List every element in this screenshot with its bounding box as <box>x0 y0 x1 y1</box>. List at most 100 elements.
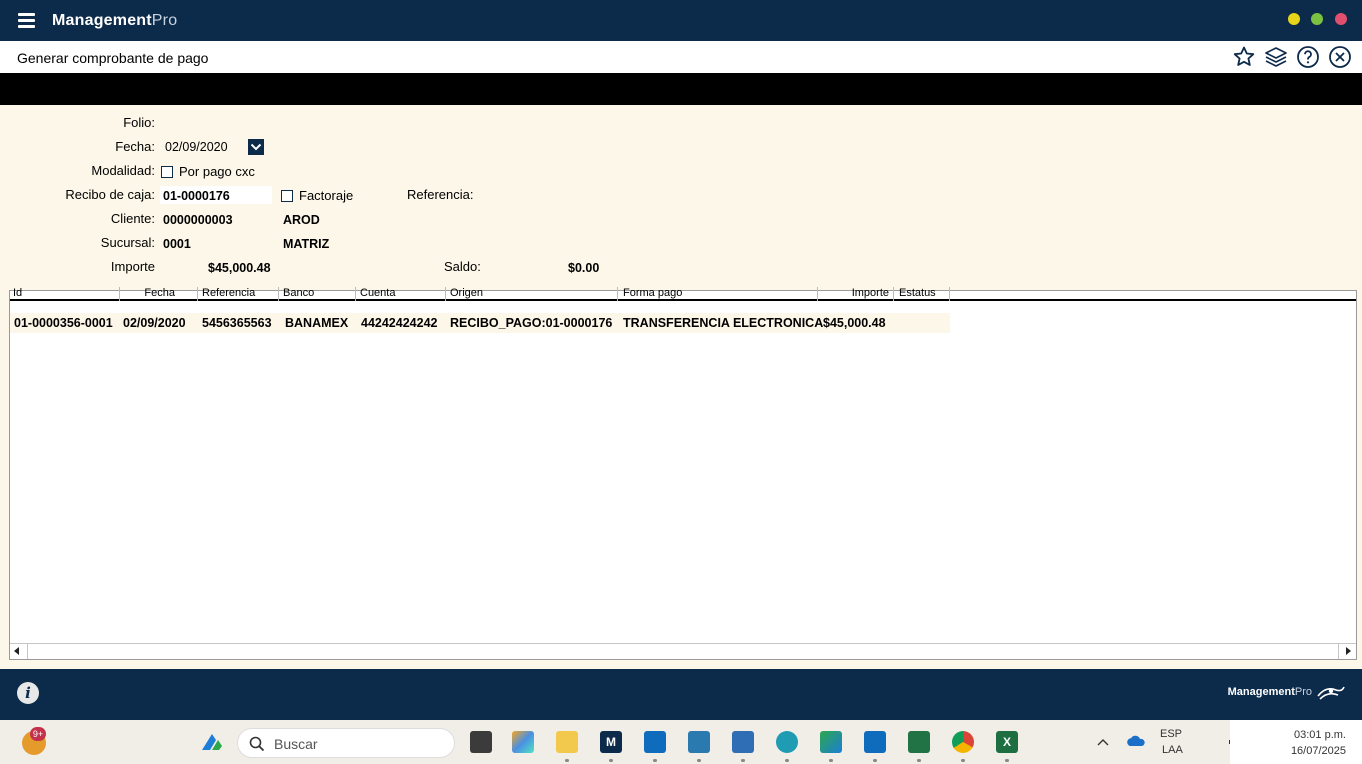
minimize-button[interactable] <box>1288 13 1300 25</box>
fecha-label: Fecha: <box>115 139 155 154</box>
search-placeholder: Buscar <box>274 736 318 752</box>
cliente-name: AROD <box>283 213 320 227</box>
keyboard-layout[interactable]: LAA <box>1162 744 1183 756</box>
payments-grid: Id Fecha Referencia Banco Cuenta Origen … <box>9 287 1357 660</box>
running-indicator <box>785 759 789 762</box>
onedrive-icon[interactable] <box>1126 734 1146 748</box>
help-icon[interactable] <box>1296 45 1320 69</box>
col-header-estatus[interactable]: Estatus <box>894 287 950 301</box>
clock-area[interactable] <box>1230 720 1362 764</box>
running-indicator <box>609 759 613 762</box>
running-indicator <box>565 759 569 762</box>
cell-id: 01-0000356-0001 <box>14 316 113 330</box>
referencia-label: Referencia: <box>407 187 474 202</box>
notification-badge: 9+ <box>30 727 46 741</box>
info-icon[interactable]: i <box>17 682 39 704</box>
management-pro-taskbar-icon[interactable]: M <box>600 731 622 753</box>
search-icon <box>249 736 265 752</box>
col-header-banco[interactable]: Banco <box>279 287 356 301</box>
app-title: ManagementPro <box>52 12 177 30</box>
col-header-cuenta[interactable]: Cuenta <box>356 287 446 301</box>
saldo-label: Saldo: <box>444 259 481 274</box>
mail-icon[interactable] <box>864 731 886 753</box>
sucursal-label: Sucursal: <box>100 235 155 250</box>
importe-value: $45,000.48 <box>208 261 271 275</box>
app-icon[interactable] <box>732 731 754 753</box>
lang-indicator[interactable]: ESP <box>1160 728 1182 740</box>
importe-label: Importe <box>110 259 155 274</box>
running-indicator <box>873 759 877 762</box>
recibo-label: Recibo de caja: <box>65 187 155 202</box>
app-footer: i ManagementPro <box>0 669 1362 720</box>
excel-icon[interactable]: X <box>996 731 1018 753</box>
grid-header: Id Fecha Referencia Banco Cuenta Origen … <box>10 287 1356 301</box>
scroll-divider <box>1338 644 1339 659</box>
sheets-icon[interactable] <box>908 731 930 753</box>
app-name: Management <box>52 12 152 29</box>
footer-brand-suffix: Pro <box>1294 686 1312 698</box>
m365-icon[interactable] <box>820 731 842 753</box>
edge-icon[interactable] <box>776 731 798 753</box>
fecha-field[interactable]: 02/09/2020 <box>165 140 228 154</box>
cell-fecha: 02/09/2020 <box>123 316 186 330</box>
chrome-icon[interactable] <box>952 731 974 753</box>
running-indicator <box>917 759 921 762</box>
col-header-referencia[interactable]: Referencia <box>198 287 279 301</box>
chevron-up-icon[interactable] <box>1097 737 1109 747</box>
cliente-code: 0000000003 <box>163 213 233 227</box>
col-header-fecha[interactable]: Fecha <box>120 287 198 301</box>
running-indicator <box>697 759 701 762</box>
scroll-right-icon[interactable] <box>1346 647 1351 655</box>
recibo-value: 01-0000176 <box>163 189 230 203</box>
title-bar: ManagementPro <box>0 0 1362 41</box>
cliente-label: Cliente: <box>110 211 155 226</box>
file-explorer-icon[interactable] <box>556 731 578 753</box>
menu-icon[interactable] <box>18 13 35 28</box>
taskbar-search[interactable]: Buscar <box>237 728 455 758</box>
close-window-button[interactable] <box>1335 13 1347 25</box>
footer-brand-name: Management <box>1227 686 1295 698</box>
cell-referencia: 5456365563 <box>202 316 272 330</box>
running-indicator <box>829 759 833 762</box>
cell-banco: BANAMEX <box>285 316 349 330</box>
clock-time: 03:01 p.m. <box>1294 729 1346 741</box>
scroll-left-icon[interactable] <box>14 647 19 655</box>
folio-label: Folio: <box>123 115 155 130</box>
col-header-importe[interactable]: Importe <box>818 287 894 301</box>
col-header-origen[interactable]: Origen <box>446 287 618 301</box>
col-header-forma-pago[interactable]: Forma pago <box>618 287 818 301</box>
running-indicator <box>961 759 965 762</box>
horizontal-scrollbar[interactable] <box>10 643 1356 659</box>
cell-importe: $45,000.48 <box>823 316 886 330</box>
factoraje-checkbox[interactable] <box>281 190 293 202</box>
app-name-suffix: Pro <box>151 12 178 29</box>
page-header: Generar comprobante de pago <box>0 41 1362 73</box>
cell-origen: RECIBO_PAGO:01-0000176 <box>450 316 613 330</box>
toolbar-strip <box>0 73 1362 105</box>
factoraje-label: Factoraje <box>299 188 354 203</box>
clock-date: 16/07/2025 <box>1290 745 1346 757</box>
col-header-id[interactable]: Id <box>13 287 120 301</box>
brand-logo-icon <box>1317 686 1345 700</box>
maximize-button[interactable] <box>1311 13 1323 25</box>
cell-forma-pago: TRANSFERENCIA ELECTRONICA <box>623 316 824 330</box>
running-indicator <box>741 759 745 762</box>
saldo-value: $0.00 <box>568 261 600 275</box>
date-picker-button[interactable] <box>248 139 264 155</box>
modalidad-label: Modalidad: <box>91 163 155 178</box>
por-pago-checkbox[interactable] <box>161 166 173 178</box>
scroll-divider <box>27 644 28 659</box>
sucursal-name: MATRIZ <box>283 237 330 251</box>
page-title: Generar comprobante de pago <box>17 50 209 66</box>
widgets-icon[interactable] <box>200 730 224 754</box>
running-indicator <box>653 759 657 762</box>
close-icon[interactable] <box>1328 45 1352 69</box>
outlook-icon[interactable] <box>644 731 666 753</box>
store-icon[interactable] <box>688 731 710 753</box>
cell-cuenta: 44242424242 <box>361 316 438 330</box>
copilot-icon[interactable] <box>512 731 534 753</box>
task-view-icon[interactable] <box>470 731 492 753</box>
layers-icon[interactable] <box>1264 45 1288 69</box>
chevron-down-icon <box>250 143 262 151</box>
favorite-star-icon[interactable] <box>1232 45 1256 69</box>
